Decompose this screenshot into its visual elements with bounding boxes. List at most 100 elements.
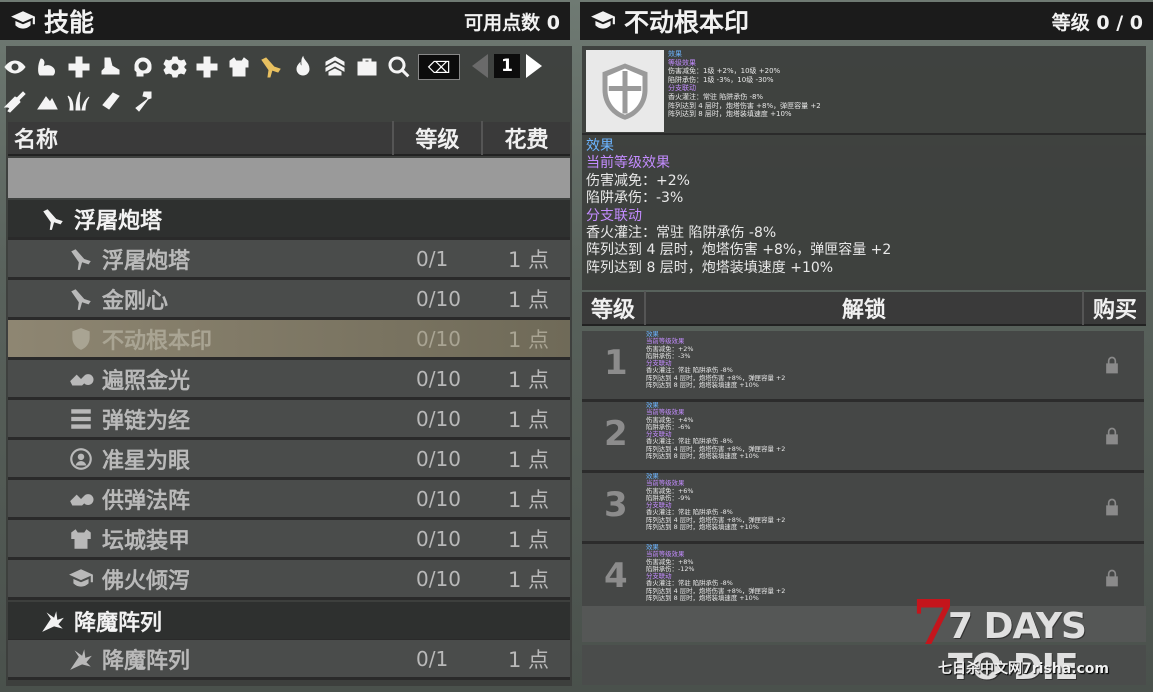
available-points: 可用点数 0 [464,11,560,34]
skill-level: 0/10 [416,406,461,431]
skill-name: 准星为眼 [102,448,191,474]
muscle-icon[interactable] [34,54,60,80]
graduation-cap-icon [69,568,93,587]
effect-line: 阵列达到 8 层时，炮塔装填速度 +10% [668,110,792,119]
turret-icon [43,208,63,230]
effect-line: 阵列达到 8 层时，炮塔装填速度 +10% [646,452,759,461]
health-cross-icon[interactable] [194,54,220,80]
sawblade-icon [70,493,94,505]
explosion-icon [42,610,64,632]
graduation-cap-icon [11,11,35,29]
skill-level: 0/10 [416,566,461,591]
prev-page-arrow-icon[interactable] [472,54,488,78]
effect-line: 分支联动 [586,207,642,224]
gear-icon[interactable] [162,54,188,80]
unlock-row[interactable]: 2 效果 当前等级效果 伤害减免：+4% 陷阱承伤：-6% 分支联动 香火灌注：常驻 陷阱… [582,402,1144,473]
lock-icon [1106,356,1118,374]
clear-search-button[interactable]: ⌫ [418,54,460,80]
skill-row-selected[interactable]: 不动根本印 0/10 1 点 [8,320,570,360]
effect-line: 等级效果 [668,58,696,67]
unlock-level-number: 1 [604,343,628,383]
skill-cost: 1 点 [508,367,550,392]
crosshair-person-icon [70,447,92,470]
brain-icon[interactable] [130,54,156,80]
skill-row[interactable]: 准星为眼 0/10 1 点 [8,440,570,480]
armor-icon[interactable] [226,54,252,80]
skill-list-header: 名称 等级 花费 [8,121,570,156]
rank-chevron-icon[interactable] [322,54,348,80]
unlock-level-number: 3 [604,485,628,525]
turret-icon [71,288,91,310]
skill-row[interactable]: 遍照金光 0/10 1 点 [8,360,570,400]
lock-icon [1106,498,1118,516]
medical-cross-icon[interactable] [66,54,92,80]
effect-line: 效果 [586,138,614,154]
grass-icon[interactable] [66,88,92,114]
column-buy: 购买 [1092,298,1137,323]
skill-row[interactable]: 供弹法阵 0/10 1 点 [8,480,570,520]
skill-detail-title: 不动根本印 [624,8,750,37]
skill-row[interactable]: 金刚心 0/10 1 点 [8,280,570,320]
effect-line: 陷阱承伤：-12% [646,564,695,573]
rifle-icon[interactable] [2,88,28,114]
divider [582,133,1146,135]
ammo-belt-icon [71,408,91,429]
category-name: 降魔阵列 [74,610,163,636]
toolbox-icon[interactable] [354,54,380,80]
armor-icon [71,528,91,549]
unlock-row[interactable]: 1 效果 当前等级效果 伤害减免：+2% 陷阱承伤：-3% 分支联动 香火灌注：常驻 陷阱… [582,331,1144,402]
unlock-effect-text: 效果 当前等级效果 伤害减免：+6% 陷阱承伤：-9% 分支联动 香火灌注：常驻 陷阱承伤… [646,473,866,541]
book-icon[interactable] [98,88,124,114]
skill-row[interactable]: 弹链为经 0/10 1 点 [8,400,570,440]
skill-name: 弹链为经 [102,408,191,434]
unlock-effect-text: 效果 当前等级效果 伤害减免：+8% 陷阱承伤：-12% 分支联动 香火灌注：常驻 陷阱承… [646,544,866,612]
mining-icon[interactable] [34,88,60,114]
skill-level: 0/10 [416,446,461,471]
effect-line: 效果 [668,50,682,58]
column-cost: 花费 [504,128,549,153]
sawblade-icon [70,373,94,385]
search-icon[interactable] [386,54,412,80]
skill-level: 0/10 [416,286,461,311]
page-number: 1 [494,54,520,78]
unlock-level-number: 4 [604,556,628,596]
skill-row[interactable]: 坛城装甲 0/10 1 点 [8,520,570,560]
skill-row[interactable]: 浮屠炮塔 0/1 1 点 [8,240,570,280]
effect-line: 香火灌注：常驻 陷阱承伤 -8% [668,92,764,101]
column-unlock: 解锁 [646,291,1084,325]
shield-icon [72,327,90,350]
column-name: 名称 [8,121,394,155]
skill-name: 金刚心 [102,288,169,314]
unlock-row[interactable]: 3 效果 当前等级效果 伤害减免：+6% 陷阱承伤：-9% 分支联动 香火灌注：常驻 陷阱… [582,473,1144,544]
category-row-turret[interactable]: 浮屠炮塔 [8,200,570,240]
skill-level: 0/1 [416,246,449,271]
unlock-list-header: 等级 解锁 购买 [582,291,1146,326]
category-name: 浮屠炮塔 [74,208,163,234]
hammer-icon[interactable] [130,88,156,114]
unlock-effect-text: 效果 当前等级效果 伤害减免：+2% 陷阱承伤：-3% 分支联动 香火灌注：常驻 陷阱承伤… [646,331,866,399]
skill-detail-title-bar: 不动根本印 等级 0 / 0 [580,2,1153,40]
fire-icon[interactable] [290,54,316,80]
skill-level: 0/10 [416,526,461,551]
category-row-array[interactable]: 降魔阵列 [8,602,570,642]
boot-icon[interactable] [98,54,124,80]
skill-name: 坛城装甲 [102,528,191,554]
effect-line: 伤害减免：+2% [586,172,690,189]
effect-line: 伤害减免：1级 +2%，10级 +20% [668,67,781,76]
skill-level: 0/1 [416,646,449,671]
effect-line: 陷阱承伤：-6% [646,422,691,431]
explosion-icon [70,648,92,670]
skill-row[interactable]: 佛火倾泻 0/10 1 点 [8,560,570,600]
skill-name: 浮屠炮塔 [102,248,191,274]
skill-cost: 1 点 [508,647,550,672]
skill-cost: 1 点 [508,567,550,592]
skill-row[interactable]: 降魔阵列 0/1 1 点 [8,640,570,680]
eye-icon[interactable] [2,54,28,80]
turret-icon[interactable] [258,54,284,80]
column-level: 等级 [582,291,646,325]
effect-line: 分支联动 [668,84,696,93]
skill-cost: 1 点 [508,407,550,432]
skill-effect-description: 效果 当前等级效果 伤害减免：+2% 陷阱承伤：-3% 分支联动 香火灌注：常驻 陷阱承伤… [586,138,1142,277]
skill-cost: 1 点 [508,287,550,312]
next-page-arrow-icon[interactable] [526,54,542,78]
